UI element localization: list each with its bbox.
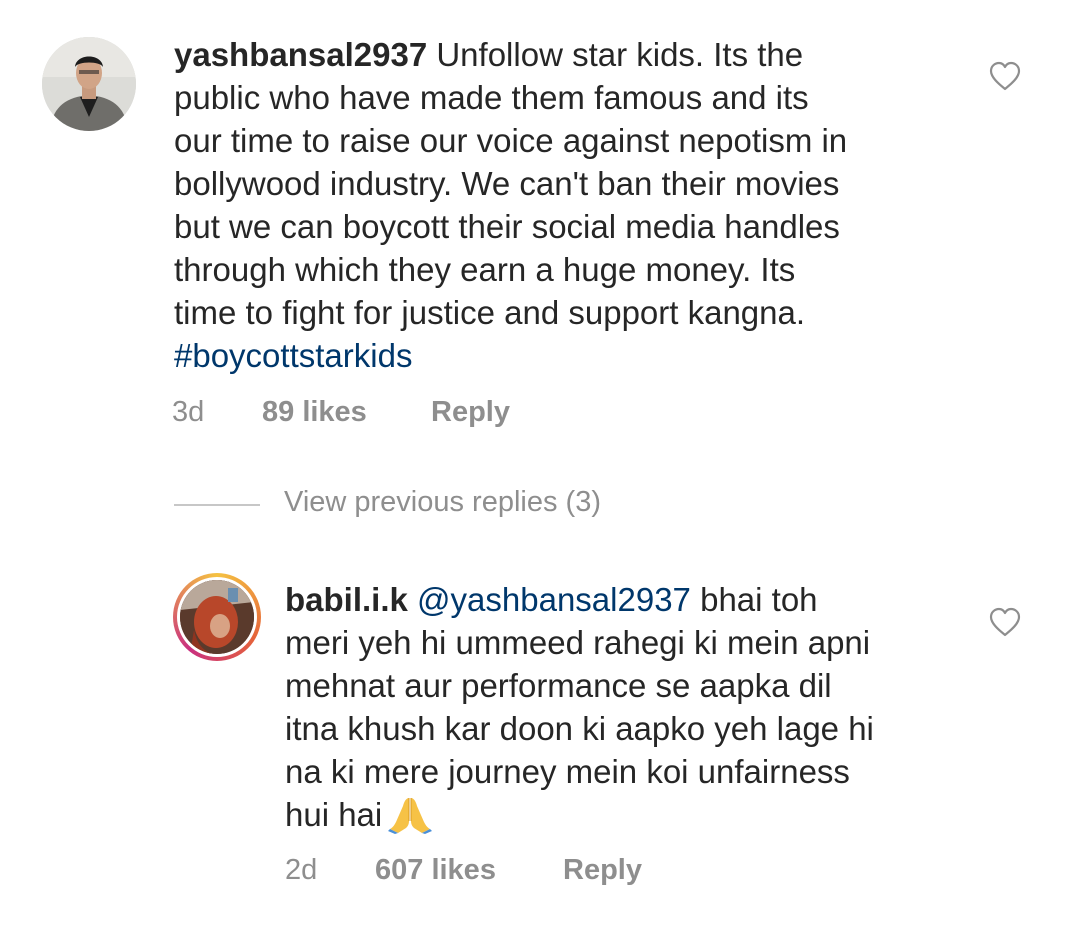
comment: yashbansal2937 Unfollow star kids. Its t… [0, 0, 1080, 460]
comment-text-line: our time to raise our voice against nepo… [174, 122, 848, 159]
avatar-photo [180, 580, 254, 654]
comment-line: babil.i.k @yashbansal2937 bhai toh [285, 578, 965, 621]
heart-outline-icon[interactable] [989, 61, 1021, 91]
comment-text-line: itna khush kar doon ki aapko yeh lage hi [285, 710, 874, 747]
comment-text-line: bhai toh [690, 581, 818, 618]
heart-outline-icon[interactable] [989, 607, 1021, 637]
folded-hands-emoji-icon [388, 798, 433, 834]
avatar[interactable] [42, 37, 136, 131]
comment-line: yashbansal2937 Unfollow star kids. Its t… [174, 33, 974, 76]
comment-text-line: public who have made them famous and its [174, 79, 809, 116]
avatar-story-ring[interactable] [173, 573, 261, 661]
mention-link[interactable]: @yashbansal2937 [417, 581, 691, 618]
comment-text-line: hui hai [285, 796, 383, 833]
comment-text-line: but we can boycott their social media ha… [174, 208, 840, 245]
comment-text: yashbansal2937 Unfollow star kids. Its t… [174, 33, 974, 377]
comment-text-line: bollywood industry. We can't ban their m… [174, 165, 840, 202]
reply-button[interactable]: Reply [563, 854, 642, 887]
comment-time: 2d [285, 854, 318, 886]
avatar-photo [42, 37, 136, 131]
comment-text-line: through which they earn a huge money. It… [174, 251, 796, 288]
comment-text: babil.i.k @yashbansal2937 bhai toh meri … [285, 578, 965, 836]
comment-username[interactable]: yashbansal2937 [174, 36, 427, 73]
view-replies-label[interactable]: View previous replies (3) [284, 486, 601, 519]
avatar-image [180, 580, 254, 654]
reply-button[interactable]: Reply [431, 396, 510, 429]
comment-username[interactable]: babil.i.k [285, 581, 408, 618]
comment-text-line: mehnat aur performance se aapka dil [285, 667, 832, 704]
reply-comment: babil.i.k @yashbansal2937 bhai toh meri … [0, 560, 1080, 929]
divider-line [174, 504, 260, 506]
comment-time: 3d [172, 396, 205, 428]
comment-line: hui hai [285, 793, 965, 836]
comment-text-line: time to fight for justice and support ka… [174, 294, 806, 331]
comment-text-line: na ki mere journey mein koi unfairness [285, 753, 850, 790]
hashtag-link[interactable]: #boycottstarkids [174, 334, 974, 377]
comment-text-line: Unfollow star kids. Its the [427, 36, 804, 73]
likes-count[interactable]: 89 likes [262, 396, 367, 429]
comment-text-line: meri yeh hi ummeed rahegi ki mein apni [285, 624, 871, 661]
likes-count[interactable]: 607 likes [375, 854, 496, 887]
